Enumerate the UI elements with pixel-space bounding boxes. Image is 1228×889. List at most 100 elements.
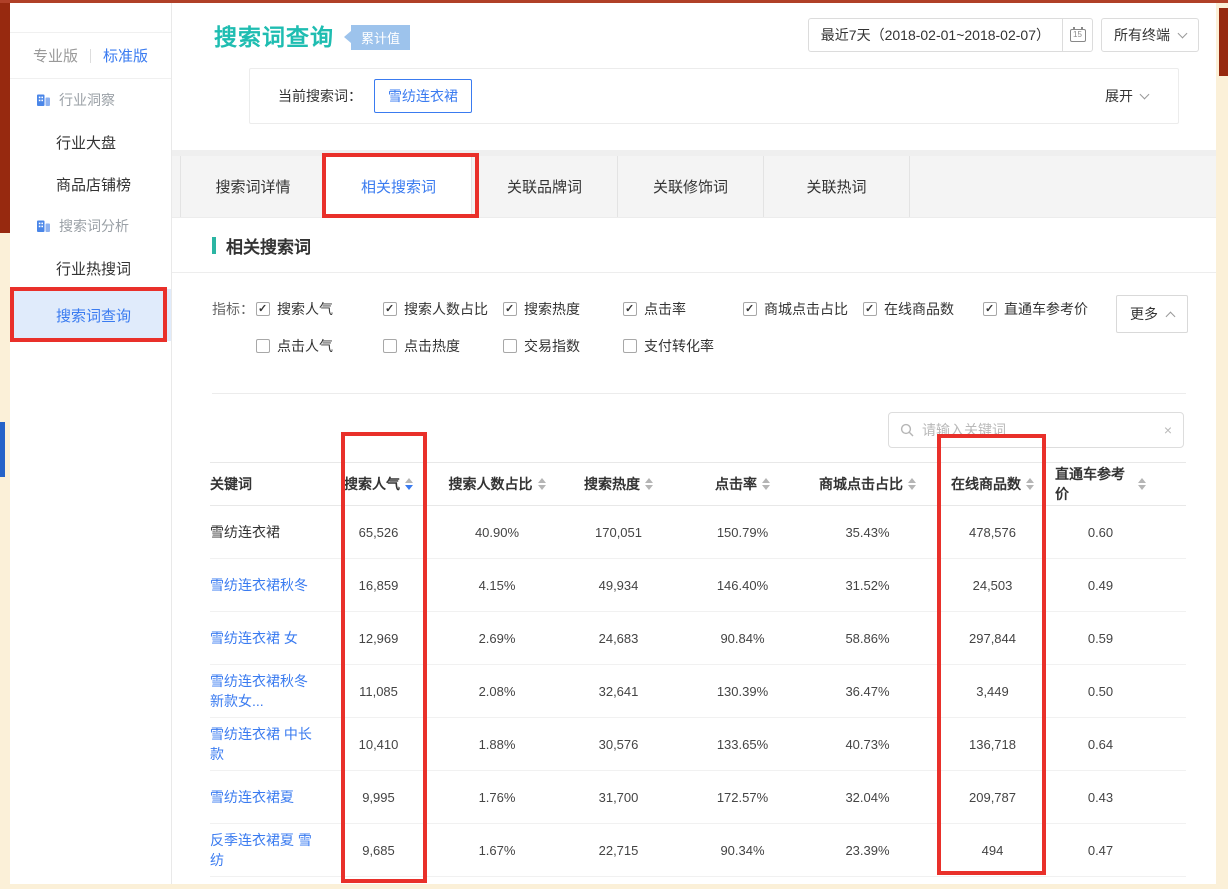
column-header-search-heat[interactable]: 搜索热度 bbox=[557, 474, 680, 494]
main-content: 搜索词查询 累计值 最近7天（2018-02-01~2018-02-07） 15 bbox=[172, 3, 1216, 884]
value-cell: 36.47% bbox=[805, 684, 930, 699]
sidebar-item-industry-hot-words[interactable]: 行业热搜词 bbox=[10, 247, 171, 289]
value-cell: 1.67% bbox=[437, 843, 557, 858]
tab-search-word-detail[interactable]: 搜索词详情 bbox=[180, 156, 326, 217]
column-header-mall-click-ratio[interactable]: 商城点击占比 bbox=[805, 474, 930, 494]
column-header-search-user-ratio[interactable]: 搜索人数占比 bbox=[437, 474, 557, 494]
value-cell: 0.64 bbox=[1055, 737, 1186, 752]
metric-checkbox-mall-click-ratio[interactable]: 商城点击占比 bbox=[743, 299, 863, 319]
table-row: 反季连衣裙夏 雪纺9,6851.67%22,71590.34%23.39%494… bbox=[210, 824, 1186, 877]
version-tab-divider bbox=[90, 49, 91, 63]
metric-checkbox-search-heat[interactable]: 搜索热度 bbox=[503, 299, 623, 319]
section-accent-bar bbox=[212, 237, 216, 254]
sidebar-item-search-word-analysis[interactable]: 搜索词分析 bbox=[10, 205, 171, 247]
metric-checkbox-click-heat[interactable]: 点击热度 bbox=[383, 336, 503, 356]
current-search-label: 当前搜索词： bbox=[278, 86, 362, 106]
header-controls: 最近7天（2018-02-01~2018-02-07） 15 所有终端 bbox=[808, 18, 1199, 52]
value-cell: 31.52% bbox=[805, 578, 930, 593]
cumulative-value-badge: 累计值 bbox=[338, 25, 410, 50]
terminal-selector[interactable]: 所有终端 bbox=[1101, 18, 1199, 52]
keyword-cell[interactable]: 反季连衣裙夏 雪纺 bbox=[210, 830, 320, 870]
table-row: 雪纺连衣裙秋冬新款女...11,0852.08%32,641130.39%36.… bbox=[210, 665, 1186, 718]
column-header-search-popularity[interactable]: 搜索人气 bbox=[320, 474, 437, 494]
calendar-button[interactable]: 15 bbox=[1062, 19, 1092, 51]
value-cell: 0.47 bbox=[1055, 843, 1186, 858]
table-row: 雪纺连衣裙夏9,9951.76%31,700172.57%32.04%209,7… bbox=[210, 771, 1186, 824]
sort-arrows-icon[interactable] bbox=[538, 478, 546, 490]
sidebar-item-search-word-query[interactable]: 搜索词查询 bbox=[10, 289, 171, 341]
app-window: 专业版 标准版 行业洞察行业大盘商品店铺榜搜索词分析行业热搜词搜索词查询 搜索词… bbox=[10, 3, 1216, 884]
sidebar-item-industry-market[interactable]: 行业大盘 bbox=[10, 121, 171, 163]
page-header: 搜索词查询 累计值 最近7天（2018-02-01~2018-02-07） 15 bbox=[172, 3, 1216, 150]
checked-checkbox-icon[interactable] bbox=[256, 302, 270, 316]
table-body: 雪纺连衣裙65,52640.90%170,051150.79%35.43%478… bbox=[210, 506, 1186, 884]
checked-checkbox-icon[interactable] bbox=[503, 302, 517, 316]
sidebar-top-spacer bbox=[10, 3, 171, 33]
metric-checkbox-click-popularity[interactable]: 点击人气 bbox=[256, 336, 383, 356]
metric-checkbox-online-products[interactable]: 在线商品数 bbox=[863, 299, 983, 319]
sort-arrows-icon[interactable] bbox=[405, 478, 413, 490]
sort-arrows-icon[interactable] bbox=[762, 478, 770, 490]
checked-checkbox-icon[interactable] bbox=[863, 302, 877, 316]
value-cell: 65,526 bbox=[320, 525, 437, 540]
sidebar-item-industry-insight[interactable]: 行业洞察 bbox=[10, 79, 171, 121]
value-cell: 32,641 bbox=[557, 684, 680, 699]
date-range-picker[interactable]: 最近7天（2018-02-01~2018-02-07） 15 bbox=[808, 18, 1093, 52]
value-cell: 136,718 bbox=[930, 737, 1055, 752]
value-cell: 0.60 bbox=[1055, 525, 1186, 540]
value-cell: 130.39% bbox=[680, 684, 805, 699]
sort-arrows-icon[interactable] bbox=[1138, 478, 1146, 490]
tab-standard-version[interactable]: 标准版 bbox=[103, 45, 148, 66]
metric-checkbox-trade-index[interactable]: 交易指数 bbox=[503, 336, 623, 356]
sort-arrows-icon[interactable] bbox=[1026, 478, 1034, 490]
unchecked-checkbox-icon[interactable] bbox=[383, 339, 397, 353]
checked-checkbox-icon[interactable] bbox=[623, 302, 637, 316]
column-header-online-products[interactable]: 在线商品数 bbox=[930, 474, 1055, 494]
metric-checkbox-ztc-ref-price[interactable]: 直通车参考价 bbox=[983, 299, 1103, 319]
calendar-day-label: 15 bbox=[1073, 31, 1082, 39]
unchecked-checkbox-icon[interactable] bbox=[623, 339, 637, 353]
sort-arrows-icon[interactable] bbox=[645, 478, 653, 490]
value-cell: 90.84% bbox=[680, 631, 805, 646]
tab-related-hot-words[interactable]: 关联热词 bbox=[764, 156, 910, 217]
page: 专业版 标准版 行业洞察行业大盘商品店铺榜搜索词分析行业热搜词搜索词查询 搜索词… bbox=[0, 0, 1228, 889]
more-button[interactable]: 更多 bbox=[1116, 295, 1188, 333]
column-header-ztc-ref-price[interactable]: 直通车参考价 bbox=[1055, 464, 1186, 504]
value-cell: 23.39% bbox=[805, 843, 930, 858]
clear-input-icon[interactable]: × bbox=[1164, 423, 1172, 437]
table-row: 雪纺连衣裙秋冬16,8594.15%49,934146.40%31.52%24,… bbox=[210, 559, 1186, 612]
tab-related-brand-words[interactable]: 关联品牌词 bbox=[472, 156, 618, 217]
checked-checkbox-icon[interactable] bbox=[743, 302, 757, 316]
keyword-cell[interactable]: 雪纺连衣裙秋冬 bbox=[210, 575, 320, 595]
value-cell: 297,844 bbox=[930, 631, 1055, 646]
left-blue-strip bbox=[0, 422, 5, 477]
unchecked-checkbox-icon[interactable] bbox=[503, 339, 517, 353]
keyword-cell[interactable]: 雪纺连衣裙秋冬新款女... bbox=[210, 671, 320, 711]
metric-checkbox-pay-conversion[interactable]: 支付转化率 bbox=[623, 336, 743, 356]
right-red-strip bbox=[1219, 8, 1228, 76]
metric-checkbox-search-popularity[interactable]: 搜索人气 bbox=[256, 299, 383, 319]
expand-toggle[interactable]: 展开 bbox=[1105, 86, 1148, 106]
sort-arrows-icon[interactable] bbox=[908, 478, 916, 490]
tab-pro-version[interactable]: 专业版 bbox=[33, 45, 78, 66]
metric-checkbox-click-rate[interactable]: 点击率 bbox=[623, 299, 743, 319]
metric-label: 商城点击占比 bbox=[764, 299, 848, 319]
tab-related-modifier-words[interactable]: 关联修饰词 bbox=[618, 156, 764, 217]
unchecked-checkbox-icon[interactable] bbox=[256, 339, 270, 353]
keyword-cell[interactable]: 雪纺连衣裙 中长款 bbox=[210, 724, 320, 764]
checked-checkbox-icon[interactable] bbox=[383, 302, 397, 316]
metric-label: 搜索人气 bbox=[277, 299, 333, 319]
value-cell: 90.34% bbox=[680, 843, 805, 858]
table-header-row: 关键词搜索人气搜索人数占比搜索热度点击率商城点击占比在线商品数直通车参考价 bbox=[210, 462, 1186, 506]
tab-related-search-words[interactable]: 相关搜索词 bbox=[326, 156, 472, 217]
metric-checkbox-search-user-ratio[interactable]: 搜索人数占比 bbox=[383, 299, 503, 319]
checked-checkbox-icon[interactable] bbox=[983, 302, 997, 316]
keyword-search-input[interactable] bbox=[922, 422, 1156, 438]
keyword-cell[interactable]: 雪纺连衣裙 女 bbox=[210, 628, 320, 648]
badge-label: 累计值 bbox=[351, 25, 410, 50]
keyword-cell[interactable]: 雪纺连衣裙夏 bbox=[210, 787, 320, 807]
current-search-word-chip[interactable]: 雪纺连衣裙 bbox=[374, 79, 472, 113]
left-red-strip bbox=[0, 3, 10, 233]
column-header-click-rate[interactable]: 点击率 bbox=[680, 474, 805, 494]
sidebar-item-product-shop-rank[interactable]: 商品店铺榜 bbox=[10, 163, 171, 205]
